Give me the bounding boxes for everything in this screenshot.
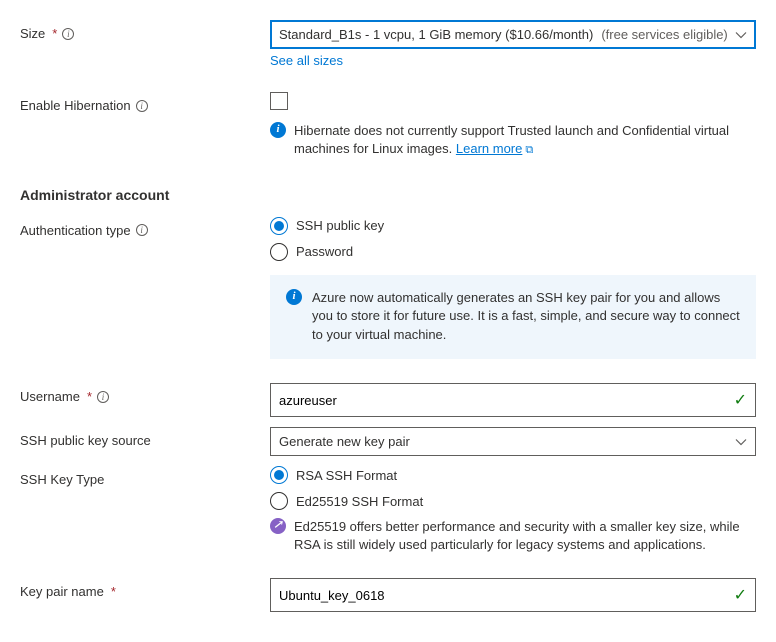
radio-icon bbox=[270, 492, 288, 510]
key-source-value: Generate new key pair bbox=[279, 434, 410, 449]
key-type-rsa-radio[interactable]: RSA SSH Format bbox=[270, 466, 756, 484]
learn-more-link[interactable]: Learn more⧉ bbox=[456, 141, 533, 156]
radio-icon bbox=[270, 217, 288, 235]
key-pair-name-label: Key pair name * bbox=[20, 578, 270, 599]
ssh-callout: i Azure now automatically generates an S… bbox=[270, 275, 756, 360]
hibernation-label-text: Enable Hibernation bbox=[20, 98, 131, 113]
auth-type-label: Authentication type i bbox=[20, 217, 270, 238]
key-type-rsa-label: RSA SSH Format bbox=[296, 468, 397, 483]
info-icon: i bbox=[286, 289, 302, 305]
key-type-label: SSH Key Type bbox=[20, 466, 270, 487]
username-label-text: Username bbox=[20, 389, 80, 404]
required-asterisk: * bbox=[87, 389, 92, 404]
info-icon[interactable]: i bbox=[62, 28, 74, 40]
key-source-label-text: SSH public key source bbox=[20, 433, 151, 448]
required-asterisk: * bbox=[111, 584, 116, 599]
size-label-text: Size bbox=[20, 26, 45, 41]
key-type-label-text: SSH Key Type bbox=[20, 472, 104, 487]
size-select-value: Standard_B1s - 1 vcpu, 1 GiB memory ($10… bbox=[279, 27, 593, 42]
key-type-ed25519-label: Ed25519 SSH Format bbox=[296, 494, 423, 509]
key-source-select[interactable]: Generate new key pair bbox=[270, 427, 756, 456]
required-asterisk: * bbox=[52, 26, 57, 41]
auth-type-password-label: Password bbox=[296, 244, 353, 259]
recommendation-icon: ↗ bbox=[270, 518, 286, 534]
check-icon: ✓ bbox=[734, 585, 747, 605]
check-icon: ✓ bbox=[734, 390, 747, 410]
auth-type-password-radio[interactable]: Password bbox=[270, 243, 756, 261]
radio-icon bbox=[270, 466, 288, 484]
key-pair-name-input[interactable] bbox=[279, 588, 734, 603]
info-icon[interactable]: i bbox=[136, 224, 148, 236]
auth-type-label-text: Authentication type bbox=[20, 223, 131, 238]
info-icon[interactable]: i bbox=[136, 100, 148, 112]
key-pair-name-input-wrapper: ✓ bbox=[270, 578, 756, 612]
size-select[interactable]: Standard_B1s - 1 vcpu, 1 GiB memory ($10… bbox=[270, 20, 756, 49]
hibernation-checkbox[interactable] bbox=[270, 92, 288, 110]
key-source-label: SSH public key source bbox=[20, 427, 270, 448]
ssh-callout-text: Azure now automatically generates an SSH… bbox=[312, 289, 740, 346]
auth-type-ssh-label: SSH public key bbox=[296, 218, 384, 233]
info-icon: i bbox=[270, 122, 286, 138]
key-type-ed25519-radio[interactable]: Ed25519 SSH Format bbox=[270, 492, 756, 510]
radio-icon bbox=[270, 243, 288, 261]
auth-type-ssh-radio[interactable]: SSH public key bbox=[270, 217, 756, 235]
username-label: Username * i bbox=[20, 383, 270, 404]
see-all-sizes-link[interactable]: See all sizes bbox=[270, 53, 343, 68]
key-type-note: Ed25519 offers better performance and se… bbox=[294, 518, 756, 554]
size-eligible-hint: (free services eligible) bbox=[601, 27, 727, 42]
chevron-down-icon bbox=[735, 436, 747, 448]
key-type-radio-group: RSA SSH Format Ed25519 SSH Format bbox=[270, 466, 756, 510]
username-input-wrapper: ✓ bbox=[270, 383, 756, 417]
chevron-down-icon bbox=[735, 29, 747, 41]
external-link-icon: ⧉ bbox=[525, 143, 533, 158]
key-pair-name-label-text: Key pair name bbox=[20, 584, 104, 599]
admin-section-title: Administrator account bbox=[20, 187, 756, 203]
hibernation-label: Enable Hibernation i bbox=[20, 92, 270, 113]
username-input[interactable] bbox=[279, 393, 734, 408]
size-label: Size * i bbox=[20, 20, 270, 41]
hibernation-info-text: Hibernate does not currently support Tru… bbox=[294, 122, 756, 159]
auth-type-radio-group: SSH public key Password bbox=[270, 217, 756, 261]
info-icon[interactable]: i bbox=[97, 391, 109, 403]
